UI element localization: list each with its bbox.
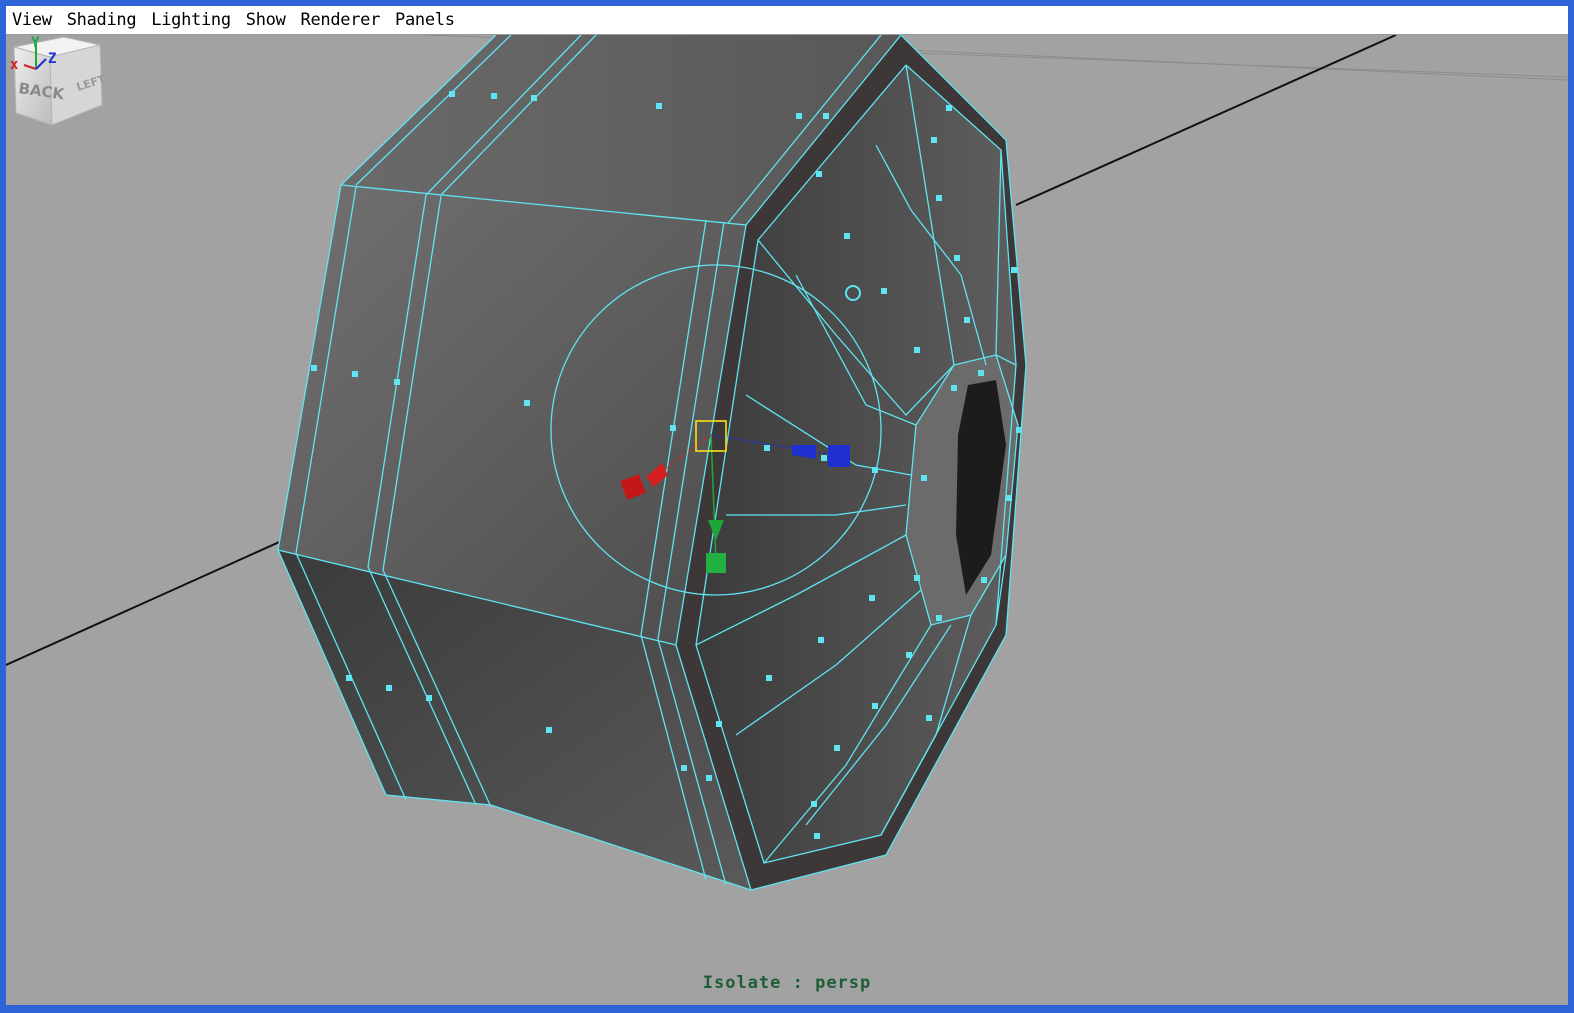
panel-menubar: View Shading Lighting Show Renderer Pane… [6,6,1568,35]
menu-show[interactable]: Show [246,10,286,30]
manipulator-z-handle[interactable] [828,445,850,467]
axis-y-label: Y [31,35,40,51]
axis-triad: x Y Z [10,35,56,73]
axis-z-label: Z [48,51,56,67]
axis-x-label: x [10,57,19,73]
maya-panel-frame: View Shading Lighting Show Renderer Pane… [0,0,1574,1013]
mesh-object[interactable] [277,35,1027,891]
menu-lighting[interactable]: Lighting [151,10,231,30]
menu-panels[interactable]: Panels [395,10,455,30]
isolate-hud-label: Isolate : persp [702,973,872,993]
menu-view[interactable]: View [12,10,52,30]
perspective-viewport[interactable]: BACK LEFT x Y Z Isolate : persp [6,35,1568,1005]
manipulator-y-handle[interactable] [706,553,726,573]
menu-shading[interactable]: Shading [67,10,137,30]
menu-renderer[interactable]: Renderer [301,10,381,30]
viewport-scene [6,35,1568,891]
